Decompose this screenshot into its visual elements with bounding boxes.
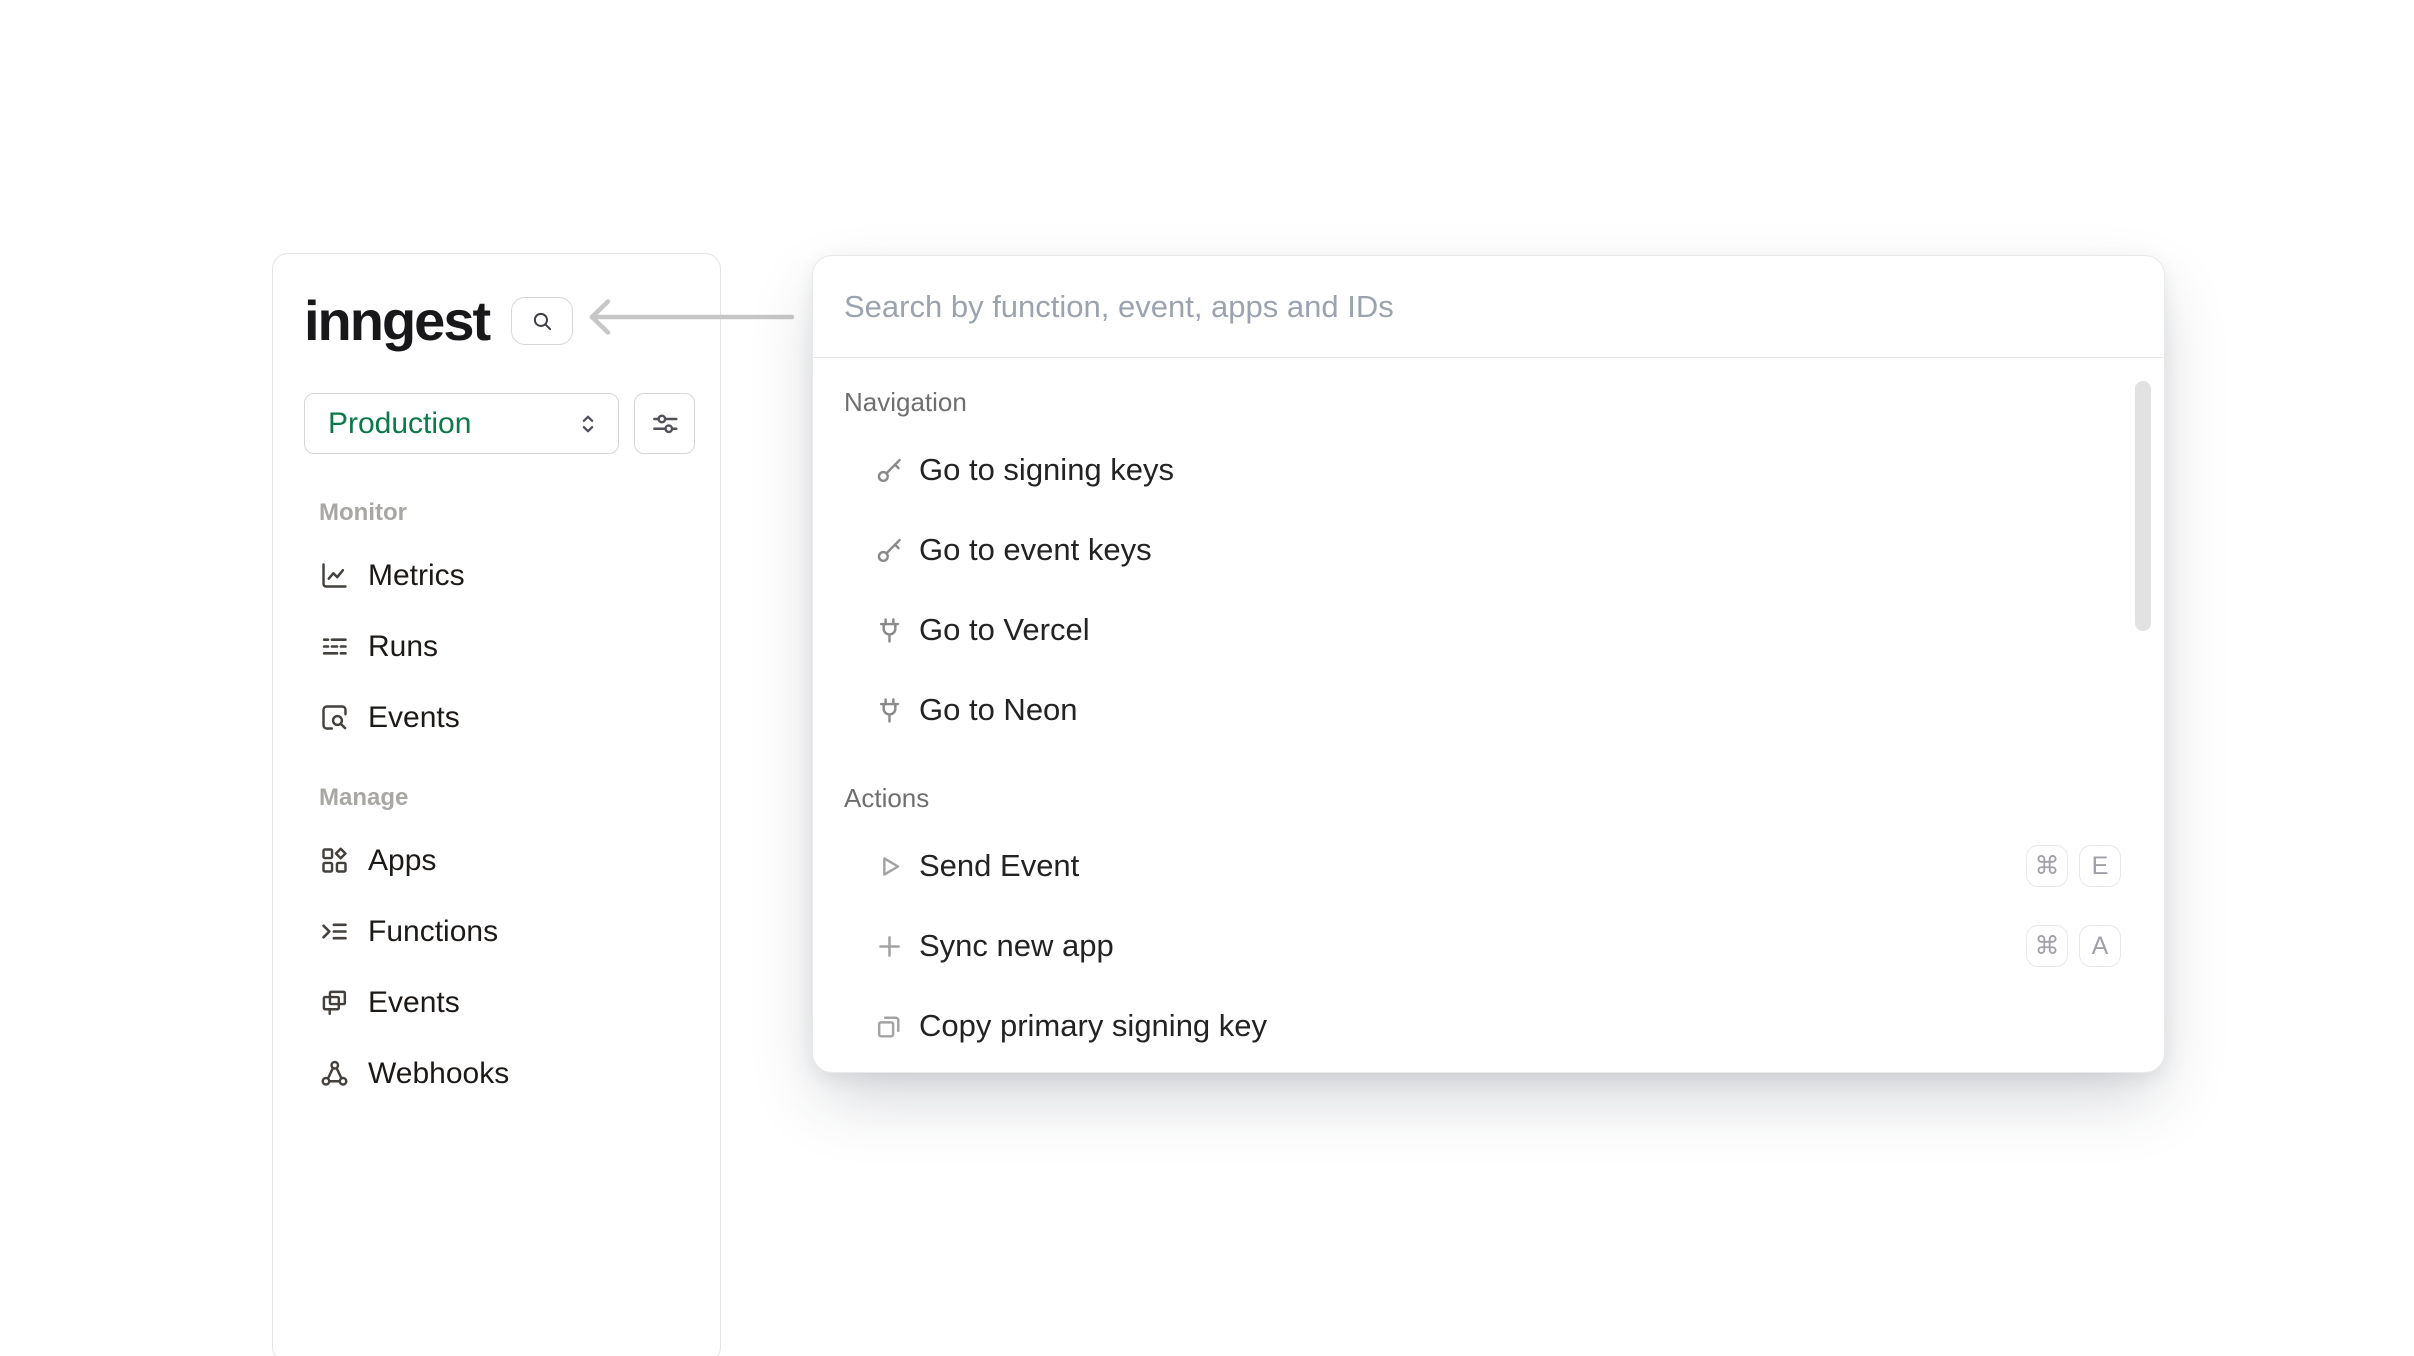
sidebar-item-webhooks[interactable]: Webhooks bbox=[273, 1038, 720, 1109]
sidebar-item-runs[interactable]: Runs bbox=[273, 611, 720, 682]
palette-search-row bbox=[813, 256, 2164, 358]
sidebar-group-label: Manage bbox=[319, 783, 720, 813]
command-palette: Navigation Go to signing keys Go to even… bbox=[812, 255, 2165, 1073]
environment-select[interactable]: Production bbox=[304, 393, 619, 454]
environment-filter-button[interactable] bbox=[634, 393, 695, 454]
environment-row: Production bbox=[304, 393, 695, 454]
sidebar-item-metrics[interactable]: Metrics bbox=[273, 540, 720, 611]
sidebar-item-label: Metrics bbox=[368, 559, 465, 593]
apps-blocks-icon bbox=[319, 845, 350, 876]
palette-item-go-to-signing-keys[interactable]: Go to signing keys bbox=[813, 430, 2164, 510]
sidebar-nav: Monitor Metrics Runs bbox=[273, 498, 720, 1109]
sidebar-item-events-monitor[interactable]: Events bbox=[273, 682, 720, 753]
palette-list: Send Event ⌘ E Sync new app ⌘ bbox=[813, 826, 2164, 1066]
app-canvas: inngest Production Monitor bbox=[0, 0, 2414, 1356]
palette-item-copy-primary-signing-key[interactable]: Copy primary signing key bbox=[813, 986, 2164, 1066]
shortcut-keys: ⌘ A bbox=[2026, 925, 2121, 967]
palette-group-label: Navigation bbox=[844, 382, 2164, 422]
chevrons-up-down-icon bbox=[574, 410, 602, 438]
sidebar-item-label: Webhooks bbox=[368, 1057, 509, 1091]
kbd-command-key: ⌘ bbox=[2026, 845, 2068, 887]
kbd-letter-key: E bbox=[2079, 845, 2121, 887]
palette-item-go-to-neon[interactable]: Go to Neon bbox=[813, 670, 2164, 750]
kbd-command-key: ⌘ bbox=[2026, 925, 2068, 967]
shortcut-keys: ⌘ E bbox=[2026, 845, 2121, 887]
sidebar-item-functions[interactable]: Functions bbox=[273, 896, 720, 967]
logo-row: inngest bbox=[304, 292, 573, 350]
palette-item-send-event[interactable]: Send Event ⌘ E bbox=[813, 826, 2164, 906]
palette-scrollbar-thumb[interactable] bbox=[2135, 381, 2151, 631]
palette-item-label: Go to signing keys bbox=[919, 452, 2121, 488]
sidebar-group-monitor: Monitor Metrics Runs bbox=[273, 498, 720, 753]
palette-list: Go to signing keys Go to event keys Go t… bbox=[813, 430, 2164, 750]
palette-search-input[interactable] bbox=[813, 256, 2164, 357]
environment-value: Production bbox=[328, 407, 471, 441]
sidebar: inngest Production Monitor bbox=[272, 253, 721, 1356]
kbd-letter-key: A bbox=[2079, 925, 2121, 967]
sidebar-group-label: Monitor bbox=[319, 498, 720, 528]
palette-item-go-to-vercel[interactable]: Go to Vercel bbox=[813, 590, 2164, 670]
event-windows-icon bbox=[319, 987, 350, 1018]
palette-item-sync-new-app[interactable]: Sync new app ⌘ A bbox=[813, 906, 2164, 986]
palette-item-label: Sync new app bbox=[919, 928, 2026, 964]
inngest-logo: inngest bbox=[304, 293, 489, 349]
key-icon bbox=[874, 455, 905, 486]
palette-item-label: Send Event bbox=[919, 848, 2026, 884]
search-document-icon bbox=[319, 702, 350, 733]
plug-icon bbox=[874, 695, 905, 726]
copy-icon bbox=[874, 1011, 905, 1042]
palette-body: Navigation Go to signing keys Go to even… bbox=[813, 358, 2164, 1066]
sliders-icon bbox=[650, 409, 680, 439]
sidebar-item-events-manage[interactable]: Events bbox=[273, 967, 720, 1038]
palette-item-go-to-event-keys[interactable]: Go to event keys bbox=[813, 510, 2164, 590]
search-icon bbox=[529, 308, 555, 334]
palette-item-label: Go to event keys bbox=[919, 532, 2121, 568]
palette-item-label: Go to Vercel bbox=[919, 612, 2121, 648]
functions-list-icon bbox=[319, 916, 350, 947]
search-button[interactable] bbox=[511, 297, 573, 345]
palette-item-label: Copy primary signing key bbox=[919, 1008, 2121, 1044]
plug-icon bbox=[874, 615, 905, 646]
sidebar-item-apps[interactable]: Apps bbox=[273, 825, 720, 896]
sidebar-item-label: Runs bbox=[368, 630, 438, 664]
annotation-arrow bbox=[582, 295, 796, 339]
sidebar-item-label: Events bbox=[368, 701, 460, 735]
palette-group-actions: Actions Send Event ⌘ E bbox=[813, 778, 2164, 1066]
webhook-icon bbox=[319, 1058, 350, 1089]
palette-group-label: Actions bbox=[844, 778, 2164, 818]
chart-line-icon bbox=[319, 560, 350, 591]
sidebar-item-label: Events bbox=[368, 986, 460, 1020]
palette-item-label: Go to Neon bbox=[919, 692, 2121, 728]
play-icon bbox=[874, 851, 905, 882]
sidebar-group-manage: Manage Apps Functions bbox=[273, 783, 720, 1109]
key-icon bbox=[874, 535, 905, 566]
sidebar-item-label: Apps bbox=[368, 844, 436, 878]
plus-icon bbox=[874, 931, 905, 962]
runs-list-icon bbox=[319, 631, 350, 662]
sidebar-item-label: Functions bbox=[368, 915, 498, 949]
palette-group-navigation: Navigation Go to signing keys Go to even… bbox=[813, 382, 2164, 750]
